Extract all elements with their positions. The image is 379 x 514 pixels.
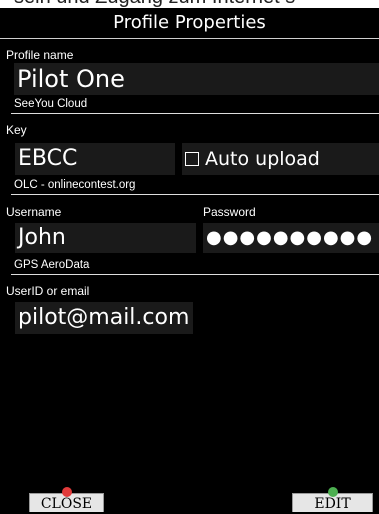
profile-properties-form: Profile name Pilot One SeeYou Cloud Key … [0,39,379,459]
close-icon [61,487,72,497]
background-text: sein und Zugang zum Internet s [14,0,295,8]
userid-field[interactable]: pilot@mail.com [15,302,193,334]
seeyou-cloud-section: SeeYou Cloud [11,98,379,114]
auto-upload-label: Auto upload [205,148,320,170]
checkbox-icon [185,152,199,166]
userid-label: UserID or email [6,284,90,298]
edit-button-label: EDIT [314,496,351,512]
auto-upload-checkbox[interactable]: Auto upload [182,143,379,175]
edit-icon [327,487,338,497]
window-title: Profile Properties [0,8,379,39]
edit-button[interactable]: EDIT [292,487,373,512]
key-label: Key [6,123,27,137]
close-button[interactable]: CLOSE [29,487,104,512]
key-field[interactable]: EBCC [15,143,175,175]
gps-aerodata-section-title: GPS AeroData [14,259,90,271]
bottom-button-bar: CLOSE EDIT [0,478,379,512]
password-field[interactable]: ●●●●●●●●●● [203,223,379,253]
olc-section-title: OLC - onlinecontest.org [14,179,136,191]
username-label: Username [6,205,62,219]
close-button-label: CLOSE [40,496,93,512]
username-field[interactable]: John [15,223,196,253]
profile-name-field[interactable]: Pilot One [14,63,379,95]
password-label: Password [203,205,256,219]
background-document-strip: sein und Zugang zum Internet s [0,0,379,8]
gps-aerodata-section: GPS AeroData [11,259,379,275]
seeyou-cloud-section-title: SeeYou Cloud [14,98,88,110]
profile-name-label: Profile name [6,48,74,62]
olc-section: OLC - onlinecontest.org [11,179,379,195]
